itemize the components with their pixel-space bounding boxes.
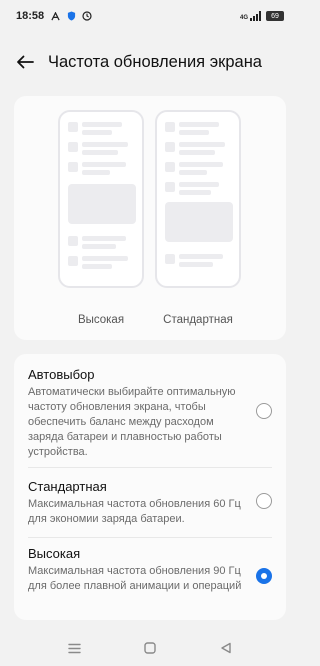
option-title: Автовыбор	[28, 367, 95, 382]
option-description: Максимальная частота обновления 60 Гц дл…	[28, 498, 241, 525]
arrow-left-icon	[17, 55, 34, 69]
nav-back-button[interactable]	[219, 641, 233, 655]
preview-card: Высокая Стандартная	[14, 96, 286, 340]
back-button[interactable]	[14, 51, 36, 73]
preview-label-standard: Стандартная	[163, 314, 233, 326]
phone-preview-standard	[155, 110, 241, 288]
radio-auto[interactable]	[256, 403, 272, 419]
radio-standard[interactable]	[256, 493, 272, 509]
preview-label-high: Высокая	[77, 314, 125, 326]
option-standard[interactable]: Стандартная Максимальная частота обновле…	[14, 479, 286, 527]
status-left: 18:58	[16, 10, 92, 22]
option-high[interactable]: Высокая Максимальная частота обновления …	[14, 546, 286, 594]
home-button[interactable]	[143, 641, 157, 655]
back-triangle-icon	[221, 642, 231, 654]
page-title: Частота обновления экрана	[48, 52, 262, 71]
font-a-icon	[50, 11, 60, 21]
clock-icon	[82, 11, 92, 21]
option-title: Стандартная	[28, 479, 107, 494]
network-indicator: 4G	[240, 11, 262, 21]
options-card: Автовыбор Автоматически выбирайте оптима…	[14, 354, 286, 620]
divider	[28, 537, 272, 538]
recent-apps-button[interactable]	[67, 641, 81, 655]
signal-icon	[250, 11, 261, 21]
menu-icon	[67, 643, 81, 653]
header: Частота обновления экрана	[0, 44, 300, 80]
shield-icon	[66, 11, 76, 21]
status-bar: 18:58 4G 69	[0, 0, 300, 32]
option-title: Высокая	[28, 546, 81, 561]
option-auto[interactable]: Автовыбор Автоматически выбирайте оптима…	[14, 367, 286, 460]
status-time: 18:58	[16, 10, 45, 22]
option-description: Максимальная частота обновления 90 Гц дл…	[28, 565, 242, 592]
status-right: 4G 69	[240, 11, 284, 21]
network-label: 4G	[239, 15, 248, 21]
battery-icon: 69	[266, 11, 284, 21]
phone-preview-high	[58, 110, 144, 288]
divider	[28, 467, 272, 468]
navigation-bar	[0, 630, 300, 666]
option-description: Автоматически выбирайте оптимальную част…	[28, 386, 236, 458]
radio-high[interactable]	[256, 568, 272, 584]
home-icon	[144, 642, 156, 654]
